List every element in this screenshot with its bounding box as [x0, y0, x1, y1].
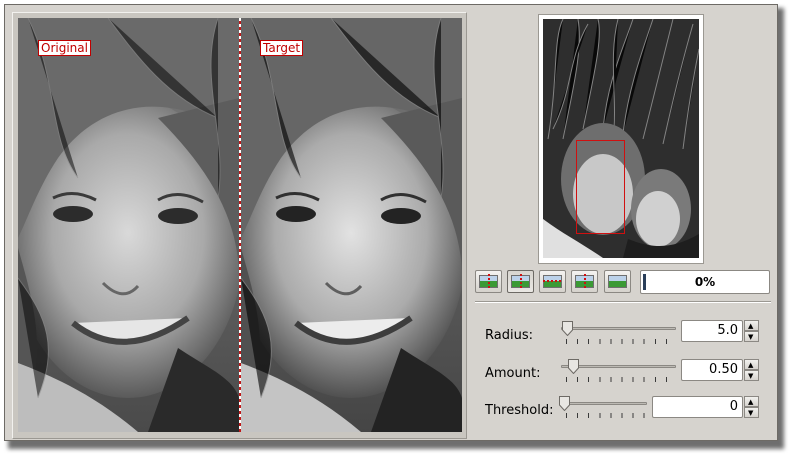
threshold-slider-track[interactable]	[561, 402, 647, 405]
threshold-slider-thumb[interactable]	[559, 396, 570, 411]
threshold-ticks	[566, 413, 646, 418]
radius-ticks	[566, 339, 674, 344]
radius-slider-thumb[interactable]	[562, 321, 573, 336]
chevron-up-icon: ▲	[748, 322, 754, 330]
threshold-spinner[interactable]: ▲ ▼	[744, 396, 759, 418]
target-label: Target	[260, 40, 304, 56]
preview-full-icon	[608, 275, 627, 288]
split-divider[interactable]	[239, 18, 241, 432]
progress-bar: 0%	[640, 270, 770, 294]
progress-text: 0%	[694, 275, 716, 289]
amount-spinner[interactable]: ▲ ▼	[744, 359, 759, 381]
amount-slider-thumb[interactable]	[568, 359, 579, 374]
amount-input[interactable]: 0.50	[681, 359, 743, 381]
split-horizontal-button[interactable]	[539, 270, 566, 293]
threshold-increment-button[interactable]: ▲	[744, 396, 759, 407]
amount-label: Amount:	[485, 366, 541, 381]
split-vertical-dup-button[interactable]	[571, 270, 598, 293]
preview-full-button[interactable]	[604, 270, 631, 293]
navigator-viewport-rect[interactable]	[576, 140, 625, 234]
amount-ticks	[566, 377, 674, 382]
threshold-input[interactable]: 0	[652, 396, 743, 418]
chevron-down-icon: ▼	[748, 409, 754, 417]
threshold-decrement-button[interactable]: ▼	[744, 407, 759, 418]
split-vertical-button[interactable]	[507, 270, 534, 293]
target-preview	[241, 18, 462, 432]
radius-decrement-button[interactable]: ▼	[744, 331, 759, 342]
preview-area[interactable]: Original Target	[18, 18, 462, 432]
amount-decrement-button[interactable]: ▼	[744, 370, 759, 381]
radius-input[interactable]: 5.0	[681, 320, 743, 342]
radius-label: Radius:	[485, 328, 533, 343]
radius-spinner[interactable]: ▲ ▼	[744, 320, 759, 342]
chevron-down-icon: ▼	[748, 333, 754, 341]
threshold-label: Threshold:	[485, 403, 554, 418]
original-preview	[18, 18, 239, 432]
chevron-up-icon: ▲	[748, 361, 754, 369]
radius-increment-button[interactable]: ▲	[744, 320, 759, 331]
original-label: Original	[38, 40, 91, 56]
chevron-down-icon: ▼	[748, 372, 754, 380]
separator	[475, 301, 771, 303]
radius-slider-track[interactable]	[561, 327, 676, 330]
orientation-toggle-button[interactable]	[475, 270, 502, 293]
amount-increment-button[interactable]: ▲	[744, 359, 759, 370]
chevron-up-icon: ▲	[748, 398, 754, 406]
